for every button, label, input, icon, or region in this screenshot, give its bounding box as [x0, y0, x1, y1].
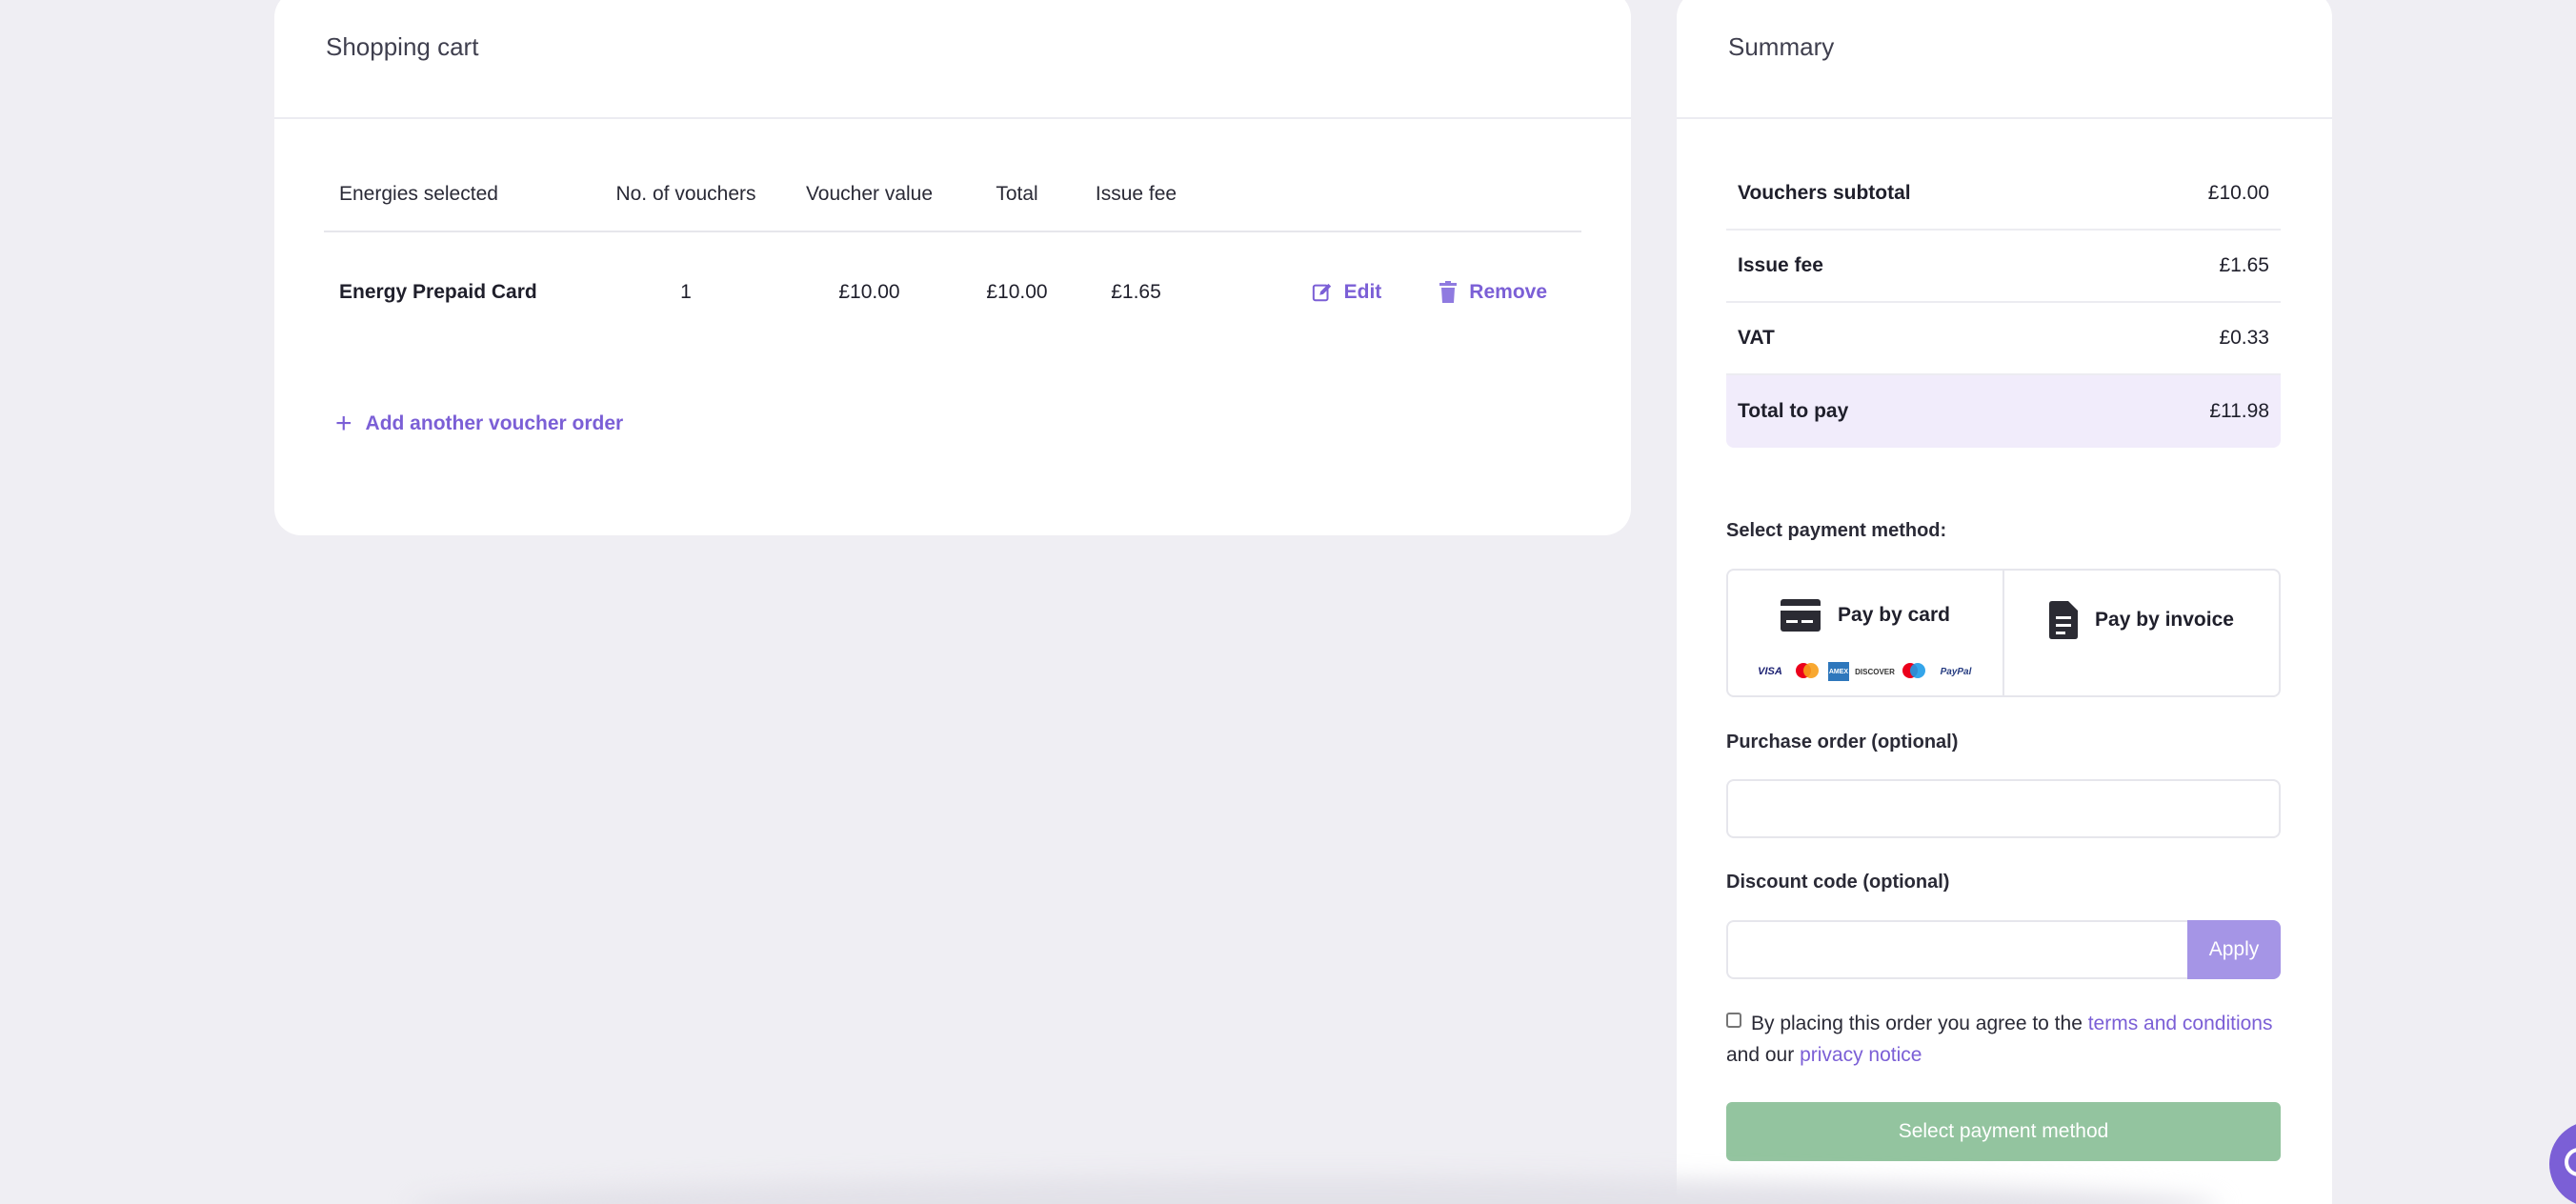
paypal-logo: PayPal [1940, 666, 1972, 677]
chat-icon [2565, 1148, 2576, 1176]
pay-by-invoice-label: Pay by invoice [2095, 609, 2234, 631]
summary-title: Summary [1677, 0, 2332, 119]
add-voucher-order-label: Add another voucher order [365, 412, 624, 434]
remove-label: Remove [1469, 281, 1547, 303]
col-issue-fee: Issue fee [1095, 183, 1177, 205]
terms-link[interactable]: terms and conditions [2088, 1013, 2273, 1034]
table-row: Energy Prepaid Card 1 £10.00 £10.00 £1.6… [324, 232, 1581, 352]
shopping-cart-card: Shopping cart Energies selected No. of v… [274, 0, 1631, 535]
summary-card: Summary Vouchers subtotal £10.00 Issue f… [1677, 0, 2332, 1204]
row-total: £10.00 [986, 281, 1048, 303]
discount-code-group: Apply [1726, 920, 2281, 979]
summary-line: Issue fee £1.65 [1726, 231, 2281, 303]
col-energies: Energies selected [339, 183, 498, 205]
mastercard-logo [1794, 662, 1821, 681]
summary-line: Vouchers subtotal £10.00 [1726, 158, 2281, 231]
edit-button[interactable]: Edit [1312, 281, 1382, 304]
row-vouchers: 1 [680, 281, 692, 303]
col-total: Total [996, 183, 1038, 205]
payment-method-label: Select payment method: [1726, 520, 1947, 541]
summary-line-label: Issue fee [1738, 254, 1823, 276]
summary-table: Vouchers subtotal £10.00 Issue fee £1.65… [1726, 158, 2281, 448]
terms-prefix: By placing this order you agree to the [1751, 1013, 2088, 1034]
apply-button[interactable]: Apply [2187, 920, 2281, 979]
purchase-order-input[interactable] [1726, 779, 2281, 838]
discount-code-input[interactable] [1726, 920, 2187, 979]
plus-icon: + [335, 408, 352, 439]
add-voucher-order-link[interactable]: + Add another voucher order [335, 410, 623, 438]
row-issue-fee: £1.65 [1111, 281, 1161, 303]
row-actions: Edit Remove [1205, 281, 1581, 304]
edit-icon [1312, 283, 1331, 302]
terms-checkbox[interactable] [1726, 1013, 1741, 1028]
discount-code-label: Discount code (optional) [1726, 872, 1950, 893]
col-vouchers: No. of vouchers [615, 183, 756, 205]
terms-mid: and our [1726, 1044, 1801, 1066]
select-payment-method-button[interactable]: Select payment method [1726, 1102, 2281, 1161]
invoice-icon [2049, 601, 2079, 639]
edit-label: Edit [1343, 281, 1382, 303]
visa-logo: VISA [1758, 666, 1782, 677]
summary-line-label: VAT [1738, 327, 1775, 349]
summary-line-value: £1.65 [2219, 254, 2269, 276]
summary-total-label: Total to pay [1738, 400, 1849, 422]
discover-logo: DISCOVER [1855, 667, 1895, 676]
summary-total-value: £11.98 [2209, 400, 2269, 422]
summary-line-value: £0.33 [2219, 327, 2269, 349]
amex-logo: AMEX [1828, 662, 1849, 681]
table-header: Energies selected No. of vouchers Vouche… [324, 158, 1581, 232]
credit-card-icon [1781, 599, 1821, 632]
pay-by-invoice-option[interactable]: Pay by invoice [2002, 571, 2279, 695]
row-energy-name: Energy Prepaid Card [339, 281, 537, 303]
trash-icon [1439, 281, 1458, 303]
summary-line-label: Vouchers subtotal [1738, 182, 1911, 204]
summary-line-value: £10.00 [2207, 182, 2269, 204]
pay-by-card-option[interactable]: Pay by card VISA AMEX DISCOVER PayPal [1728, 571, 2002, 695]
terms-agreement: By placing this order you agree to the t… [1726, 1008, 2288, 1071]
privacy-link[interactable]: privacy notice [1800, 1044, 1922, 1066]
maestro-logo [1901, 662, 1927, 681]
remove-button[interactable]: Remove [1439, 281, 1547, 304]
card-brand-logos: VISA AMEX DISCOVER PayPal [1728, 662, 2002, 681]
summary-total-line: Total to pay £11.98 [1726, 375, 2281, 448]
pay-by-card-label: Pay by card [1838, 604, 1950, 626]
chat-button[interactable] [2549, 1121, 2576, 1204]
summary-line: VAT £0.33 [1726, 303, 2281, 375]
col-voucher-value: Voucher value [805, 183, 934, 205]
row-voucher-value: £10.00 [838, 281, 900, 303]
payment-method-options: Pay by card VISA AMEX DISCOVER PayPal Pa… [1726, 569, 2281, 697]
cart-table: Energies selected No. of vouchers Vouche… [324, 158, 1581, 352]
cart-title: Shopping cart [274, 0, 1631, 119]
purchase-order-label: Purchase order (optional) [1726, 732, 1959, 752]
